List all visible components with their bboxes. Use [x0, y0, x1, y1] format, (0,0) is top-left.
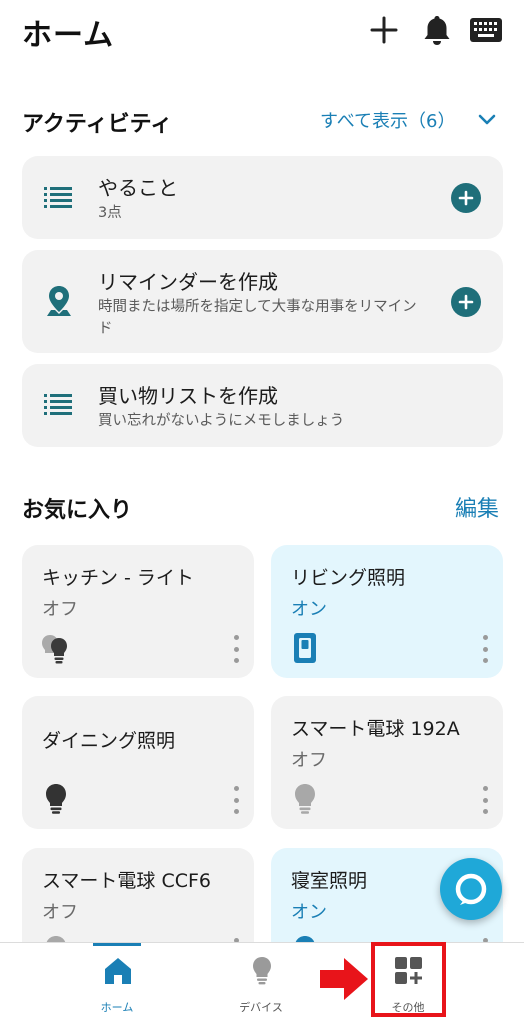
- device-state: オン: [291, 902, 327, 923]
- more-options-icon[interactable]: [481, 786, 489, 814]
- device-name: スマート電球 CCF6: [42, 870, 212, 892]
- favorites-section-title: お気に入り: [22, 498, 133, 523]
- more-options-icon[interactable]: [232, 786, 240, 814]
- activity-subtitle: 3点: [98, 205, 122, 221]
- activity-title: やること: [98, 176, 178, 200]
- bell-icon[interactable]: [419, 12, 455, 48]
- chevron-down-icon[interactable]: [476, 110, 498, 130]
- alexa-icon: [455, 873, 487, 905]
- device-state: オン: [291, 599, 327, 620]
- bulb-icon: [40, 782, 72, 816]
- favorite-card-living-light[interactable]: リビング照明 オン: [271, 545, 503, 678]
- show-all-link[interactable]: すべて表示（6）: [320, 107, 455, 133]
- switch-icon: [289, 631, 321, 665]
- activity-card-shopping-list[interactable]: 買い物リストを作成 買い忘れがないようにメモしましょう: [22, 364, 503, 447]
- edit-link[interactable]: 編集: [455, 491, 499, 523]
- bulb-group-icon: [40, 631, 72, 665]
- page-title: ホーム: [22, 18, 115, 53]
- nav-label: デバイス: [239, 1001, 283, 1014]
- add-todo-button[interactable]: [451, 183, 481, 213]
- device-name: スマート電球 192A: [291, 718, 460, 740]
- activity-card-todo[interactable]: やること 3点: [22, 156, 503, 239]
- location-pin-icon: [42, 284, 76, 318]
- nav-label: ホーム: [100, 1001, 134, 1014]
- activity-subtitle: 買い忘れがないようにメモしましょう: [98, 413, 345, 429]
- nav-home[interactable]: ホーム: [67, 953, 167, 1017]
- device-state: オフ: [42, 902, 78, 923]
- activity-card-reminder[interactable]: リマインダーを作成 時間または場所を指定して大事な用事をリマインド: [22, 250, 503, 353]
- device-state: オフ: [42, 599, 78, 620]
- more-options-icon[interactable]: [232, 635, 240, 663]
- activity-title: 買い物リストを作成: [98, 384, 278, 408]
- activity-title: リマインダーを作成: [98, 270, 278, 294]
- device-name: ダイニング照明: [42, 730, 176, 752]
- alexa-button[interactable]: [440, 858, 502, 920]
- favorite-card-smart-bulb-192a[interactable]: スマート電球 192A オフ: [271, 696, 503, 829]
- favorite-card-kitchen-light[interactable]: キッチン - ライト オフ: [22, 545, 254, 678]
- activity-section-title: アクティビティ: [22, 112, 173, 137]
- device-name: リビング照明: [291, 567, 406, 589]
- add-reminder-button[interactable]: [451, 287, 481, 317]
- highlight-box-annotation: [371, 942, 446, 1017]
- bulb-icon: [247, 955, 277, 987]
- device-state: オフ: [291, 750, 327, 771]
- list-icon: [42, 388, 76, 422]
- list-icon: [42, 181, 76, 215]
- bulb-icon: [289, 782, 321, 816]
- header: ホーム: [0, 0, 524, 60]
- home-icon: [103, 955, 133, 987]
- activity-subtitle: 時間または場所を指定して大事な用事をリマインド: [98, 299, 417, 337]
- keyboard-icon[interactable]: [468, 12, 504, 48]
- more-options-icon[interactable]: [481, 635, 489, 663]
- red-arrow-annotation: [318, 954, 370, 1004]
- device-name: 寝室照明: [291, 870, 368, 892]
- active-tab-indicator: [93, 943, 141, 946]
- favorite-card-dining-light[interactable]: ダイニング照明: [22, 696, 254, 829]
- plus-icon[interactable]: [366, 12, 402, 48]
- nav-devices[interactable]: デバイス: [211, 953, 311, 1017]
- device-name: キッチン - ライト: [42, 567, 194, 589]
